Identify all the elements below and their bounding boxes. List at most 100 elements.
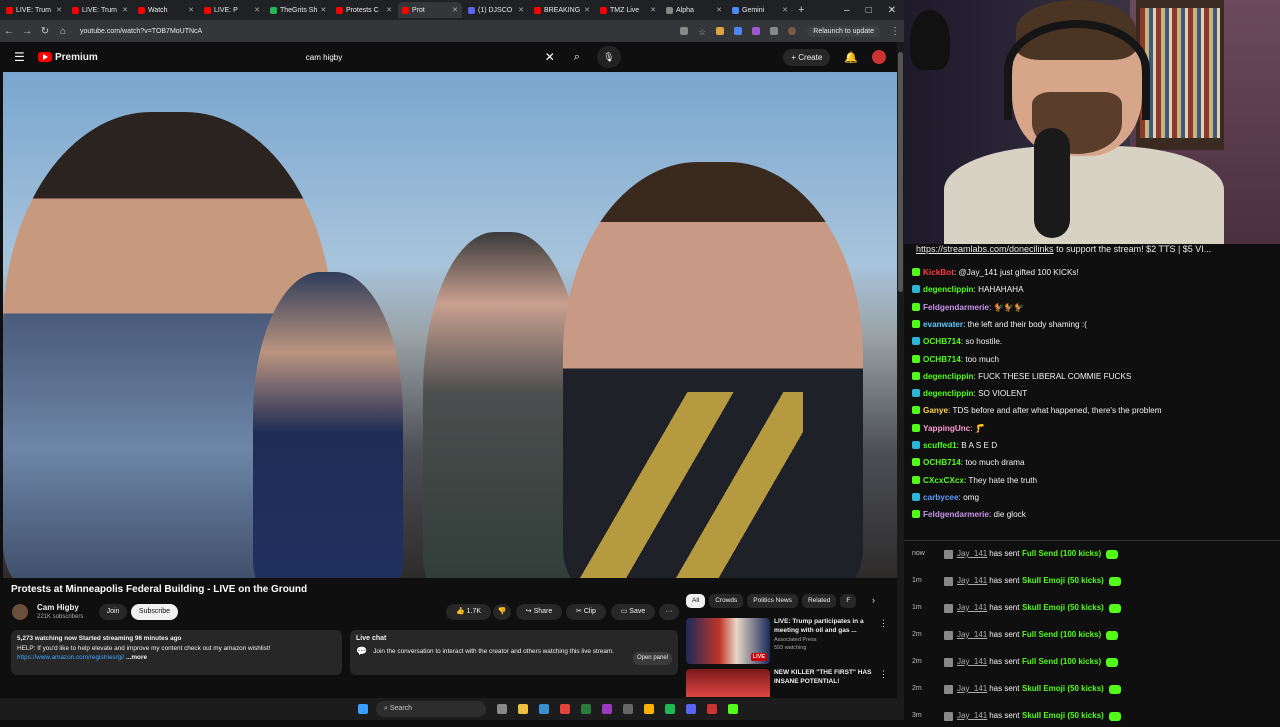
extension-icon[interactable] <box>734 27 743 35</box>
tab-close-icon[interactable]: ✕ <box>716 6 722 14</box>
chat-username[interactable]: degenclippin <box>923 372 974 381</box>
tab-close-icon[interactable]: ✕ <box>254 6 260 14</box>
recommendation-menu-icon[interactable]: ⋮ <box>879 669 888 680</box>
app-icon[interactable] <box>686 704 696 714</box>
recommendation-menu-icon[interactable]: ⋮ <box>879 618 888 629</box>
open-panel-button[interactable]: Open panel <box>632 652 672 665</box>
chat-username[interactable]: Feldgendarmerie <box>923 510 989 519</box>
back-icon[interactable]: ← <box>0 26 18 37</box>
browser-tab[interactable]: (1) DJSCO ✕ <box>464 2 528 18</box>
chat-username[interactable]: carbycee <box>923 493 959 502</box>
task-view-icon[interactable] <box>497 704 507 714</box>
app-icon[interactable] <box>623 704 633 714</box>
url-field[interactable]: youtube.com/watch?v=TOB7MoUTNcA <box>80 28 675 35</box>
chips-next-icon[interactable]: › <box>872 595 875 605</box>
browser-tab[interactable]: Gemini ✕ <box>728 2 792 18</box>
forward-icon[interactable]: → <box>18 26 36 37</box>
tab-close-icon[interactable]: ✕ <box>122 6 128 14</box>
browser-tab[interactable]: Watch ✕ <box>134 2 198 18</box>
app-icon[interactable] <box>707 704 717 714</box>
chat-username[interactable]: CXcxCXcx <box>923 476 964 485</box>
browser-tab[interactable]: LIVE: Trum ✕ <box>68 2 132 18</box>
file-explorer-icon[interactable] <box>518 704 528 714</box>
tab-close-icon[interactable]: ✕ <box>56 6 62 14</box>
chat-username[interactable]: evanwater <box>923 320 963 329</box>
app-icon[interactable] <box>728 704 738 714</box>
tab-close-icon[interactable]: ✕ <box>518 6 524 14</box>
browser-tab[interactable]: Prot ✕ <box>398 2 462 18</box>
chat-username[interactable]: Feldgendarmerie <box>923 303 989 312</box>
tab-close-icon[interactable]: ✕ <box>584 6 590 14</box>
browser-tab[interactable]: Protests C ✕ <box>332 2 396 18</box>
app-icon[interactable] <box>581 704 591 714</box>
edge-icon[interactable] <box>539 704 549 714</box>
chat-username[interactable]: Ganye <box>923 406 948 415</box>
browser-tab[interactable]: LIVE: Trum ✕ <box>2 2 66 18</box>
minimize-icon[interactable]: – <box>844 5 850 16</box>
chat-username[interactable]: OCHB714 <box>923 355 961 364</box>
search-input[interactable]: cam higby ✕ <box>298 46 563 68</box>
close-window-icon[interactable]: ✕ <box>888 5 896 16</box>
dislike-button[interactable]: 👎 <box>493 604 511 620</box>
app-icon[interactable] <box>644 704 654 714</box>
extension-icon[interactable] <box>716 27 725 35</box>
scrollbar-thumb[interactable] <box>898 52 903 292</box>
browser-menu-icon[interactable]: ⋮ <box>886 26 904 37</box>
event-username[interactable]: Jay_141 <box>957 684 987 693</box>
chip-politics-news[interactable]: Politics News <box>747 594 798 608</box>
chat-username[interactable]: OCHB714 <box>923 458 961 467</box>
event-username[interactable]: Jay_141 <box>957 576 987 585</box>
share-button[interactable]: ↪ Share <box>516 604 562 620</box>
hamburger-menu-icon[interactable]: ☰ <box>14 50 26 64</box>
tab-close-icon[interactable]: ✕ <box>782 6 788 14</box>
event-username[interactable]: Jay_141 <box>957 630 987 639</box>
join-button[interactable]: Join <box>99 604 127 620</box>
event-username[interactable]: Jay_141 <box>957 549 987 558</box>
chip-related[interactable]: Related <box>801 594 837 608</box>
extension-icon[interactable] <box>680 27 689 35</box>
description-link[interactable]: https://www.amazon.com/registries/gl/ <box>17 654 124 661</box>
app-icon[interactable] <box>665 704 675 714</box>
event-username[interactable]: Jay_141 <box>957 603 987 612</box>
search-icon[interactable]: ⌕ <box>563 51 591 64</box>
chat-username[interactable]: degenclippin <box>923 389 974 398</box>
app-icon[interactable] <box>602 704 612 714</box>
like-button[interactable]: 👍 1.7K <box>446 604 491 620</box>
chat-username[interactable]: scuffed1 <box>923 441 957 450</box>
chat-username[interactable]: YappingUnc <box>923 424 970 433</box>
clear-search-icon[interactable]: ✕ <box>545 50 555 64</box>
star-icon[interactable]: ☆ <box>698 27 706 37</box>
clip-button[interactable]: ✂ Clip <box>566 604 606 620</box>
browser-tab[interactable]: TMZ Live ✕ <box>596 2 660 18</box>
chip-f[interactable]: F <box>840 594 857 608</box>
save-button[interactable]: ▭ Save <box>611 604 655 620</box>
avatar[interactable] <box>872 50 886 64</box>
profile-icon[interactable] <box>788 27 797 35</box>
extension-icon[interactable] <box>770 27 779 35</box>
home-icon[interactable]: ⌂ <box>54 26 72 37</box>
youtube-logo[interactable]: Premium <box>38 52 98 63</box>
channel-avatar[interactable] <box>12 604 28 620</box>
tab-close-icon[interactable]: ✕ <box>452 6 458 14</box>
microphone-icon[interactable]: 🎙 <box>596 46 621 68</box>
recommendation-item[interactable]: LIVE LIVE: Trump participates in a meeti… <box>686 618 896 668</box>
browser-tab[interactable]: TheGrits Sh ✕ <box>266 2 330 18</box>
video-description[interactable]: 5,273 watching now Started streaming 96 … <box>11 630 342 675</box>
maximize-icon[interactable]: □ <box>866 5 872 16</box>
create-button[interactable]: + Create <box>783 48 831 66</box>
tab-close-icon[interactable]: ✕ <box>320 6 326 14</box>
relaunch-button[interactable]: Relaunch to update <box>807 25 880 37</box>
channel-name[interactable]: Cam Higby <box>37 603 79 612</box>
chat-username[interactable]: degenclippin <box>923 285 974 294</box>
event-username[interactable]: Jay_141 <box>957 657 987 666</box>
windows-start-icon[interactable] <box>358 704 368 714</box>
event-username[interactable]: Jay_141 <box>957 711 987 720</box>
browser-tab[interactable]: LIVE: P ✕ <box>200 2 264 18</box>
taskbar-search-input[interactable]: ⌕ Search <box>376 701 486 717</box>
chrome-icon[interactable] <box>560 704 570 714</box>
recommendation-title[interactable]: NEW KILLER "THE FIRST" HAS INSANE POTENT… <box>774 669 884 686</box>
video-player[interactable] <box>3 72 897 578</box>
recommendation-title[interactable]: LIVE: Trump participates in a meeting wi… <box>774 618 884 635</box>
browser-tab[interactable]: BREAKING ✕ <box>530 2 594 18</box>
reload-icon[interactable]: ↻ <box>36 26 54 37</box>
